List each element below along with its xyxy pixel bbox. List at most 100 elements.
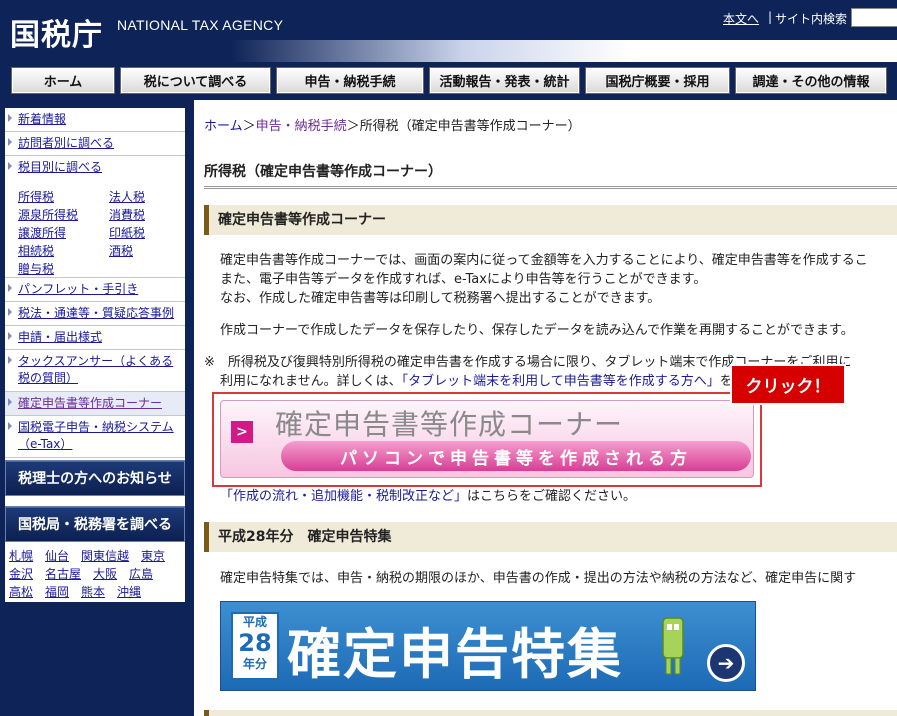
sidebar-tax-consumption[interactable]: 消費税 [109, 206, 145, 223]
sidebar-item-label: 確定申告書等作成コーナー [18, 396, 163, 410]
intro-text-2: また、電子申告等データを作成すれば、e-Taxにより申告等を行うことができます。 [220, 272, 707, 287]
sidebar-item-laws[interactable]: 税法・通達等・質疑応答事例 [5, 302, 185, 326]
office-fukuoka[interactable]: 福岡 [45, 583, 69, 600]
global-nav: ホーム 税について調べる 申告・納税手続 活動報告・発表・統計 国税庁概要・採用… [0, 62, 897, 100]
sidebar-tax-gift[interactable]: 贈与税 [18, 260, 54, 277]
office-hiroshima[interactable]: 広島 [129, 565, 153, 582]
office-sendai[interactable]: 仙台 [45, 547, 69, 564]
main-content: ホーム＞申告・納税手続＞所得税（確定申告書等作成コーナー） 所得税（確定申告書等… [194, 100, 897, 716]
sidebar-item-label: パンフレット・手引き [18, 282, 139, 296]
feature-year-bottom: 年分 [242, 657, 267, 671]
sidebar-item-label: 税法・通達等・質疑応答事例 [18, 306, 175, 320]
feature-year-top: 平成 [242, 615, 267, 629]
site-search-label: サイト内検索 [775, 12, 848, 26]
sidebar: 新着情報 訪問者別に調べる 税目別に調べる 所得税 法人税 源泉所得税 消費税 … [0, 100, 190, 716]
arrow-icon [8, 138, 12, 146]
sidebar-tax-income[interactable]: 所得税 [18, 188, 54, 205]
gnav-tax-info[interactable]: 税について調べる [120, 67, 271, 94]
sidebar-tax-transfer[interactable]: 譲渡所得 [18, 224, 66, 241]
office-nagoya[interactable]: 名古屋 [45, 565, 81, 582]
breadcrumb-separator: ＞ [242, 119, 256, 134]
skip-to-content-link[interactable]: 本文へ [723, 10, 759, 27]
tablet-note-prefix: 利用になれません。詳しくは、 [220, 374, 402, 389]
tax-accountant-banner[interactable]: 税理士の方へのお知らせ [5, 460, 185, 496]
sidebar-item-news[interactable]: 新着情報 [5, 108, 185, 132]
click-callout: クリック！ [730, 364, 846, 405]
breadcrumb-filing[interactable]: 申告・納税手続 [256, 119, 347, 134]
arrow-icon [8, 422, 12, 430]
gnav-reports[interactable]: 活動報告・発表・統計 [429, 67, 580, 94]
gnav-about[interactable]: 国税庁概要・採用 [585, 67, 730, 94]
office-kanto-shinetsu[interactable]: 関東信越 [81, 547, 129, 564]
filing-corner-banner-subtitle: パソコンで申告書等を作成される方 [281, 441, 751, 471]
offices-banner[interactable]: 国税局・税務署を調べる [5, 506, 185, 542]
sidebar-item-label: 新着情報 [18, 112, 67, 126]
intro-text-1: 確定申告書等作成コーナーでは、画面の案内に従って金額等を入力することにより、確定… [220, 253, 868, 268]
sidebar-item-label: 訪問者別に調べる [18, 136, 115, 150]
sidebar-item-filing-corner[interactable]: 確定申告書等作成コーナー [5, 392, 185, 416]
flow-features-link[interactable]: 「作成の流れ・追加機能・税制改正など」 [220, 489, 467, 504]
mascot-icon [662, 617, 684, 675]
intro-text-3: なお、作成した確定申告書等は印刷して税務署へ提出することができます。 [220, 291, 661, 306]
arrow-icon [8, 308, 12, 316]
arrow-icon [8, 284, 12, 292]
sidebar-item-label: 国税電子申告・納税システム（e-Tax） [18, 420, 174, 451]
office-kanazawa[interactable]: 金沢 [9, 565, 33, 582]
filing-corner-pc-banner[interactable]: > 確定申告書等作成コーナー パソコンで申告書等を作成される方 [212, 392, 762, 487]
office-osaka[interactable]: 大阪 [93, 565, 117, 582]
sidebar-item-taxanswer[interactable]: タックスアンサー（よくある税の質問） [5, 350, 185, 392]
site-header: 国税庁 NATIONAL TAX AGENCY 本文へ | サイト内検索 [0, 0, 897, 62]
filing-corner-banner-title: 確定申告書等作成コーナー [275, 408, 624, 441]
arrow-icon [8, 356, 12, 364]
section-heading-feature: 平成28年分 確定申告特集 [204, 522, 897, 552]
feature-year-number: 28 [238, 629, 272, 657]
office-takamatsu[interactable]: 高松 [9, 583, 33, 600]
tablet-guide-link[interactable]: 「タブレット端末を利用して申告書等を作成する方へ」 [402, 374, 720, 389]
arrow-circle-icon: ➔ [707, 644, 745, 682]
tablet-note-2: 利用になれません。詳しくは、「タブレット端末を利用して申告書等を作成する方へ」を [220, 372, 733, 391]
gnav-home[interactable]: ホーム [11, 67, 115, 94]
gnav-filing[interactable]: 申告・納税手続 [276, 67, 424, 94]
sidebar-item-label: タックスアンサー（よくある税の質問） [18, 354, 174, 385]
sidebar-item-visitor[interactable]: 訪問者別に調べる [5, 132, 185, 156]
sidebar-tax-liquor[interactable]: 酒税 [109, 242, 133, 259]
section-heading-next [204, 710, 897, 716]
sidebar-item-etax[interactable]: 国税電子申告・納税システム（e-Tax） [5, 416, 185, 458]
gnav-procurement[interactable]: 調達・その他の情報 [735, 67, 887, 94]
sidebar-item-by-tax[interactable]: 税目別に調べる 所得税 法人税 源泉所得税 消費税 譲渡所得 印紙税 相続税 酒… [5, 156, 185, 278]
breadcrumb-current: 所得税（確定申告書等作成コーナー） [359, 119, 581, 134]
sidebar-tax-stamp[interactable]: 印紙税 [109, 224, 145, 241]
feature-year-badge: 平成 28 年分 [231, 612, 279, 680]
flow-info-suffix: はこちらをご確認ください。 [467, 489, 637, 504]
arrow-right-icon: > [231, 421, 253, 443]
sidebar-item-label: 申請・届出様式 [18, 330, 103, 344]
arrow-icon [8, 332, 12, 340]
flow-info-line: 「作成の流れ・追加機能・税制改正など」はこちらをご確認ください。 [220, 487, 636, 506]
office-sapporo[interactable]: 札幌 [9, 547, 33, 564]
filing-feature-banner[interactable]: 平成 28 年分 確定申告特集 ➔ [220, 601, 756, 691]
header-gradient [230, 40, 897, 62]
site-logo-english: NATIONAL TAX AGENCY [117, 17, 284, 33]
section-heading-filing-corner: 確定申告書等作成コーナー [204, 205, 897, 235]
office-links: 札幌 仙台 関東信越 東京 金沢 名古屋 大阪 広島 高松 福岡 熊本 沖縄 [5, 545, 185, 602]
sidebar-item-pamphlets[interactable]: パンフレット・手引き [5, 278, 185, 302]
site-search-input[interactable] [851, 8, 897, 27]
office-okinawa[interactable]: 沖縄 [117, 583, 141, 600]
breadcrumb-home[interactable]: ホーム [204, 119, 243, 134]
intro-text-4: 作成コーナーで作成したデータを保存したり、保存したデータを読み込んで作業を再開す… [220, 323, 854, 338]
header-separator: | [768, 10, 773, 24]
sidebar-tax-withholding[interactable]: 源泉所得税 [18, 206, 78, 223]
arrow-icon [8, 162, 12, 170]
page-title: 所得税（確定申告書等作成コーナー） [204, 164, 442, 180]
sidebar-item-forms[interactable]: 申請・届出様式 [5, 326, 185, 350]
sidebar-tax-corporate[interactable]: 法人税 [109, 188, 145, 205]
breadcrumb-separator: ＞ [346, 119, 360, 134]
title-divider [204, 186, 897, 189]
site-logo[interactable]: 国税庁 [10, 10, 103, 54]
feature-intro-text: 確定申告特集では、申告・納税の期限のほか、申告書の作成・提出の方法や納税の方法な… [220, 571, 857, 586]
feature-banner-title: 確定申告特集 [287, 623, 623, 686]
office-tokyo[interactable]: 東京 [141, 547, 165, 564]
arrow-icon [8, 114, 12, 122]
office-kumamoto[interactable]: 熊本 [81, 583, 105, 600]
sidebar-tax-inheritance[interactable]: 相続税 [18, 242, 54, 259]
